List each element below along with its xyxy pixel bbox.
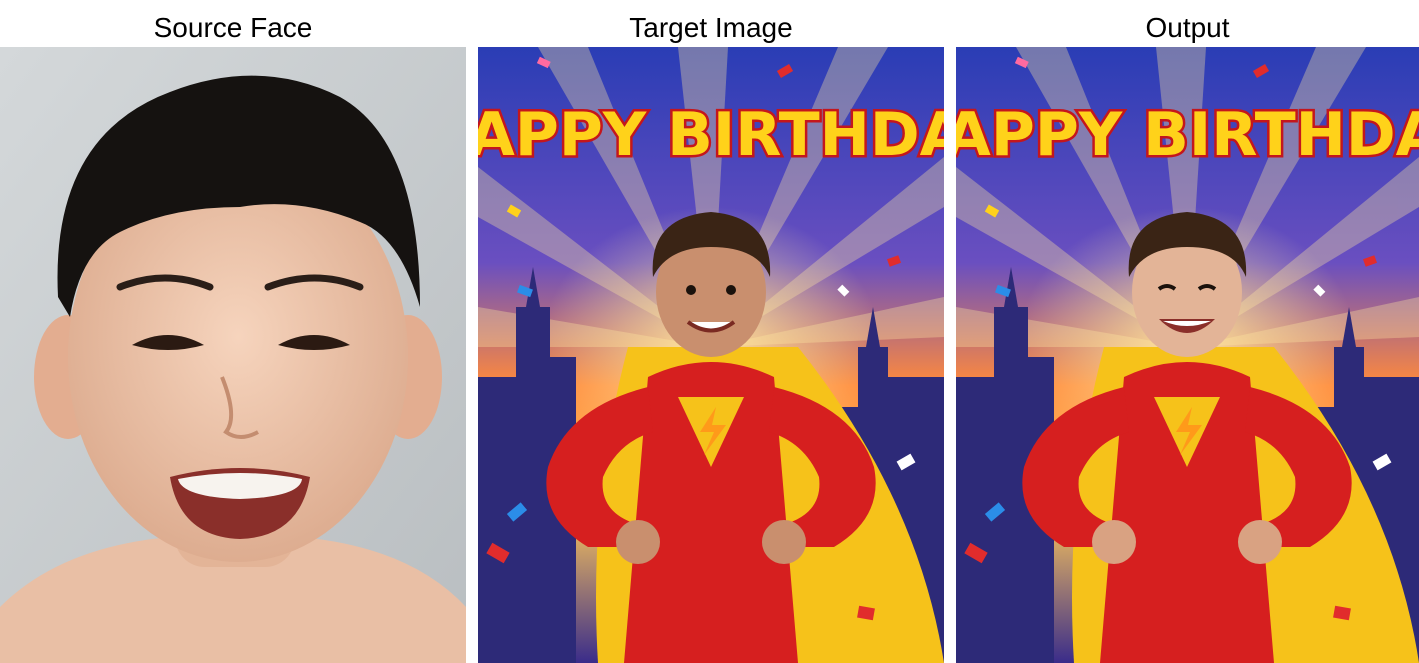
output-headline: HAPPY BIRTHDAY [956,100,1419,170]
output-image: HAPPY BIRTHDAY [956,47,1419,663]
source-face-title: Source Face [153,12,313,43]
target-headline: HAPPY BIRTHDAY [478,100,944,170]
target-image: HAPPY BIRTHDAY [478,47,944,663]
target-image-title: Target Image [629,12,793,43]
source-face-image [0,47,466,663]
output-title: Output [1145,12,1230,43]
